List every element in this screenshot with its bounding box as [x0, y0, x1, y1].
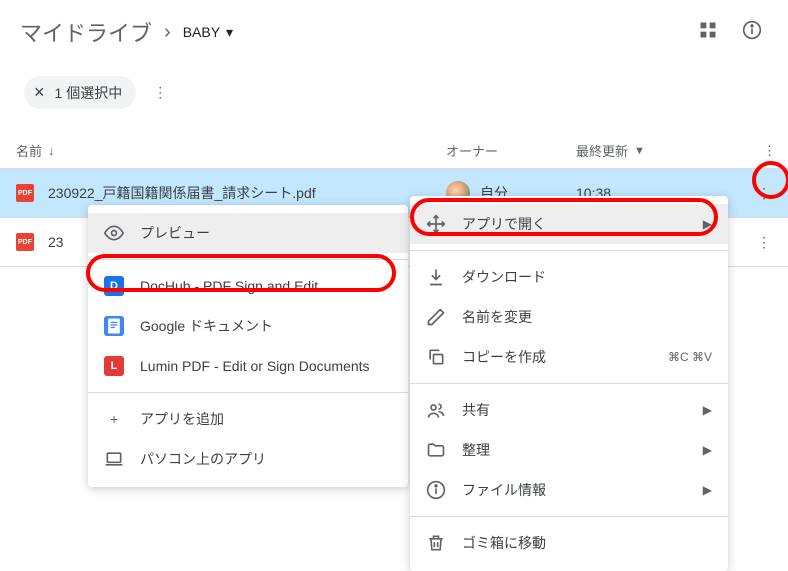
dropdown-caret-icon: ▾: [226, 24, 233, 41]
divider: [410, 250, 728, 251]
menu-label: ダウンロード: [462, 267, 712, 287]
menu-desktop-app[interactable]: パソコン上のアプリ: [88, 439, 408, 479]
pdf-icon: PDF: [16, 233, 34, 251]
menu-copy[interactable]: コピーを作成 ⌘C ⌘V: [410, 337, 728, 377]
dropdown-caret-icon: ▼: [634, 145, 645, 157]
file-name: 230922_戸籍国籍関係届書_請求シート.pdf: [48, 183, 316, 203]
menu-app-item[interactable]: L Lumin PDF - Edit or Sign Documents: [88, 346, 408, 386]
copy-icon: [426, 347, 446, 367]
menu-label: 共有: [462, 400, 687, 420]
menu-organize[interactable]: 整理 ▶: [410, 430, 728, 470]
chevron-right-icon: ▶: [703, 403, 712, 417]
selection-bar: × 1 個選択中 ⋮: [0, 68, 788, 117]
trash-icon: [426, 533, 446, 553]
chevron-right-icon: ▶: [703, 483, 712, 497]
menu-label: 整理: [462, 440, 687, 460]
arrow-down-icon: ↓: [48, 143, 55, 158]
folder-icon: [426, 440, 446, 460]
menu-label: DocHub - PDF Sign and Edit: [140, 278, 392, 294]
divider: [410, 516, 728, 517]
menu-label: 名前を変更: [462, 307, 712, 327]
menu-label: プレビュー: [140, 223, 392, 243]
grid-view-icon[interactable]: [696, 18, 720, 42]
chevron-right-icon: ›: [164, 21, 171, 44]
file-name-cell: PDF 230922_戸籍国籍関係届書_請求シート.pdf: [16, 183, 446, 203]
table-header: 名前 ↓ オーナー 最終更新 ▼ ⋮: [0, 133, 788, 169]
plus-icon: +: [104, 409, 124, 429]
menu-label: Lumin PDF - Edit or Sign Documents: [140, 358, 392, 374]
context-menu: アプリで開く ▶ ダウンロード 名前を変更 コピーを作成 ⌘C ⌘V 共有 ▶ …: [410, 196, 728, 571]
th-actions[interactable]: ⋮: [726, 141, 786, 160]
menu-label: Google ドキュメント: [140, 316, 392, 336]
menu-share[interactable]: 共有 ▶: [410, 390, 728, 430]
menu-open-with[interactable]: アプリで開く ▶: [410, 204, 728, 244]
divider: [88, 392, 408, 393]
breadcrumb: マイドライブ › BABY ▾: [0, 0, 788, 64]
menu-preview[interactable]: プレビュー: [88, 213, 408, 253]
menu-label: アプリを追加: [140, 409, 392, 429]
pencil-icon: [426, 307, 446, 327]
keyboard-shortcut: ⌘C ⌘V: [668, 350, 712, 364]
app-icon: [104, 316, 124, 336]
pdf-icon: PDF: [16, 184, 34, 202]
menu-file-info[interactable]: ファイル情報 ▶: [410, 470, 728, 510]
th-name-label: 名前: [16, 141, 42, 160]
eye-icon: [104, 223, 124, 243]
info-icon: [426, 480, 446, 500]
move-icon: [426, 214, 446, 234]
header-actions: [696, 18, 764, 42]
menu-label: ファイル情報: [462, 480, 687, 500]
menu-label: パソコン上のアプリ: [140, 449, 392, 469]
menu-label: ゴミ箱に移動: [462, 533, 712, 553]
app-icon: D: [104, 276, 124, 296]
breadcrumb-root[interactable]: マイドライブ: [20, 16, 152, 48]
th-modified[interactable]: 最終更新 ▼: [576, 141, 726, 160]
menu-app-item[interactable]: Google ドキュメント: [88, 306, 408, 346]
menu-label: コピーを作成: [462, 347, 652, 367]
more-vert-icon[interactable]: ⋮: [148, 81, 172, 105]
file-name: 23: [48, 234, 64, 250]
menu-app-item[interactable]: D DocHub - PDF Sign and Edit: [88, 266, 408, 306]
close-icon[interactable]: ×: [34, 82, 45, 103]
app-icon: L: [104, 356, 124, 376]
menu-rename[interactable]: 名前を変更: [410, 297, 728, 337]
laptop-icon: [104, 449, 124, 469]
menu-label: アプリで開く: [462, 214, 687, 234]
th-owner[interactable]: オーナー: [446, 141, 576, 160]
divider: [410, 383, 728, 384]
open-with-submenu: プレビュー D DocHub - PDF Sign and Edit Google …: [88, 205, 408, 487]
chevron-right-icon: ▶: [703, 443, 712, 457]
share-icon: [426, 400, 446, 420]
divider: [88, 259, 408, 260]
th-modified-label: 最終更新: [576, 141, 628, 160]
row-more-icon[interactable]: ⋮: [752, 230, 776, 254]
chevron-right-icon: ▶: [703, 217, 712, 231]
menu-trash[interactable]: ゴミ箱に移動: [410, 523, 728, 563]
selection-count: 1 個選択中: [55, 83, 123, 103]
menu-add-app[interactable]: + アプリを追加: [88, 399, 408, 439]
breadcrumb-current[interactable]: BABY ▾: [183, 24, 233, 41]
menu-download[interactable]: ダウンロード: [410, 257, 728, 297]
th-name[interactable]: 名前 ↓: [16, 141, 446, 160]
info-icon[interactable]: [740, 18, 764, 42]
breadcrumb-current-label: BABY: [183, 24, 220, 40]
download-icon: [426, 267, 446, 287]
row-more-icon[interactable]: ⋮: [752, 181, 776, 205]
selection-chip: × 1 個選択中: [24, 76, 136, 109]
